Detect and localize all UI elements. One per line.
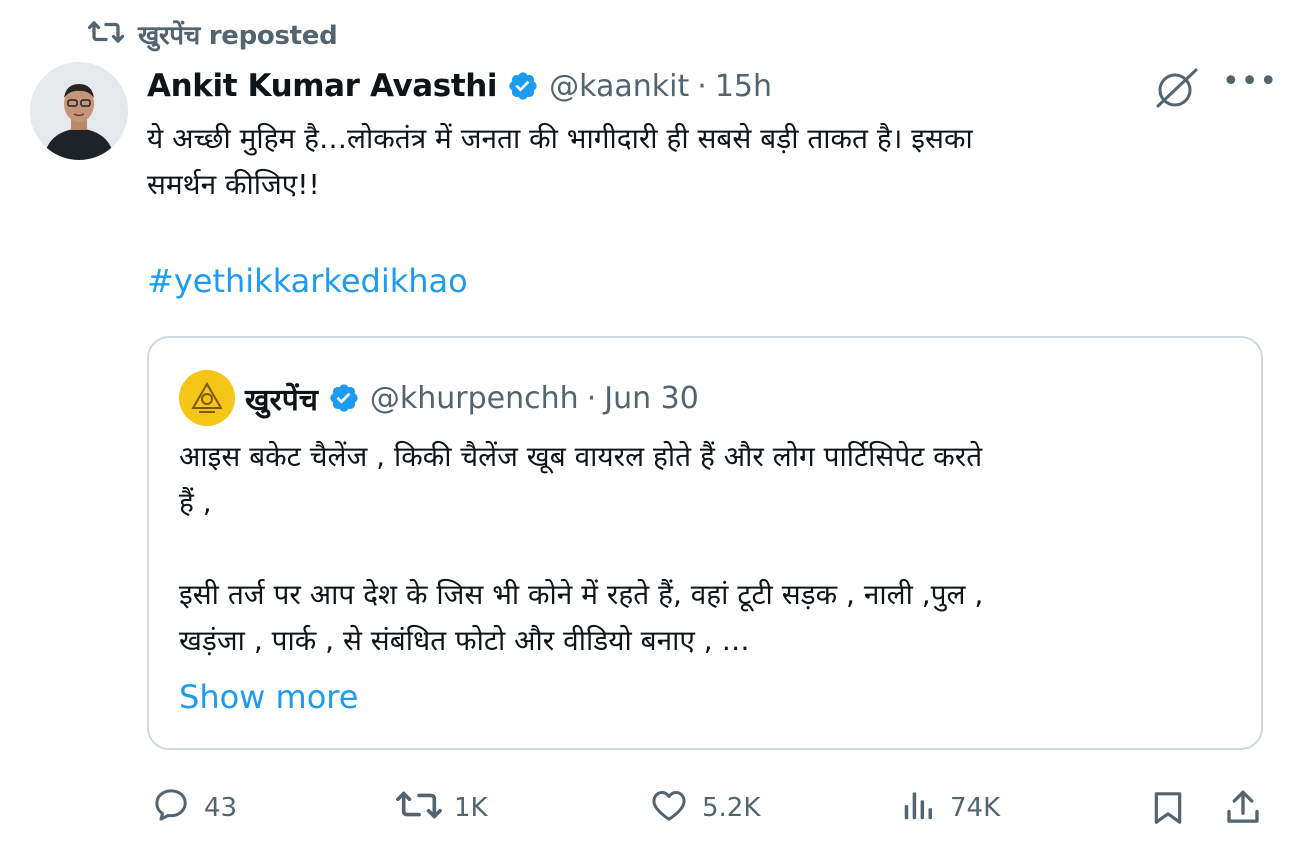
reply-icon bbox=[150, 785, 192, 832]
quote-author-name[interactable]: खुरपेंच bbox=[245, 378, 318, 419]
bookmark-icon bbox=[1154, 792, 1182, 824]
quote-text-line: इसी तर्ज पर आप देश के जिस भी कोने में रह… bbox=[179, 578, 984, 611]
quote-text: आइस बकेट चैलेंज , किकी चैलेंज खूब वायरल … bbox=[179, 434, 1231, 664]
views-button[interactable]: 74K bbox=[900, 782, 1000, 834]
repost-icon bbox=[396, 785, 442, 832]
separator-dot: · bbox=[697, 68, 707, 104]
separator-dot: · bbox=[586, 380, 597, 416]
share-button[interactable] bbox=[1222, 786, 1264, 834]
repost-header[interactable]: खुरपेंच reposted bbox=[87, 14, 338, 54]
tweet-time[interactable]: 15h bbox=[715, 69, 772, 104]
tweet-text-line: ये अच्छी मुहिम है…लोकतंत्र में जनता की भ… bbox=[147, 122, 973, 155]
tweet-text: ये अच्छी मुहिम है…लोकतंत्र में जनता की भ… bbox=[147, 116, 1227, 208]
reply-button[interactable]: 43 bbox=[150, 782, 237, 834]
heart-icon bbox=[648, 785, 690, 832]
verified-badge-icon bbox=[328, 382, 360, 414]
quote-text-line: हैं , bbox=[179, 486, 212, 519]
show-more-link[interactable]: Show more bbox=[179, 678, 358, 716]
quote-text-line: आइस बकेट चैलेंज , किकी चैलेंज खूब वायरल … bbox=[179, 440, 983, 473]
reply-count: 43 bbox=[204, 793, 238, 823]
quote-author-handle[interactable]: @khurpenchh bbox=[370, 381, 579, 416]
verified-badge-icon bbox=[507, 70, 539, 102]
quote-header: खुरपेंच @khurpenchh · Jun 30 bbox=[245, 374, 699, 422]
hashtag-link[interactable]: #yethikkarkedikhao bbox=[147, 262, 468, 300]
quote-time[interactable]: Jun 30 bbox=[604, 381, 699, 416]
quoted-tweet[interactable]: खुरपेंच @khurpenchh · Jun 30 आइस बकेट चै… bbox=[147, 336, 1263, 750]
repost-count: 1K bbox=[454, 793, 488, 823]
author-avatar[interactable] bbox=[30, 62, 128, 160]
views-count: 74K bbox=[950, 793, 1001, 823]
author-name[interactable]: Ankit Kumar Avasthi bbox=[147, 68, 498, 104]
quote-text-line: खड़ंजा , पार्क , से संबंधित फोटो और वीडि… bbox=[179, 624, 750, 657]
tweet-header: Ankit Kumar Avasthi @kaankit · 15h bbox=[147, 62, 772, 110]
grok-icon[interactable] bbox=[1152, 66, 1202, 114]
views-chart-icon bbox=[900, 785, 938, 832]
repost-label: खुरपेंच reposted bbox=[138, 21, 338, 51]
bookmark-button[interactable] bbox=[1148, 786, 1188, 834]
repost-icon bbox=[87, 17, 125, 51]
like-button[interactable]: 5.2K bbox=[648, 782, 760, 834]
more-options-icon[interactable]: ••• bbox=[1222, 64, 1278, 99]
tweet-text-line: समर्थन कीजिए!! bbox=[147, 168, 320, 201]
like-count: 5.2K bbox=[702, 793, 761, 823]
share-icon bbox=[1227, 790, 1259, 823]
author-handle[interactable]: @kaankit bbox=[549, 69, 689, 104]
quote-avatar[interactable] bbox=[179, 370, 235, 426]
repost-button[interactable]: 1K bbox=[396, 782, 488, 834]
